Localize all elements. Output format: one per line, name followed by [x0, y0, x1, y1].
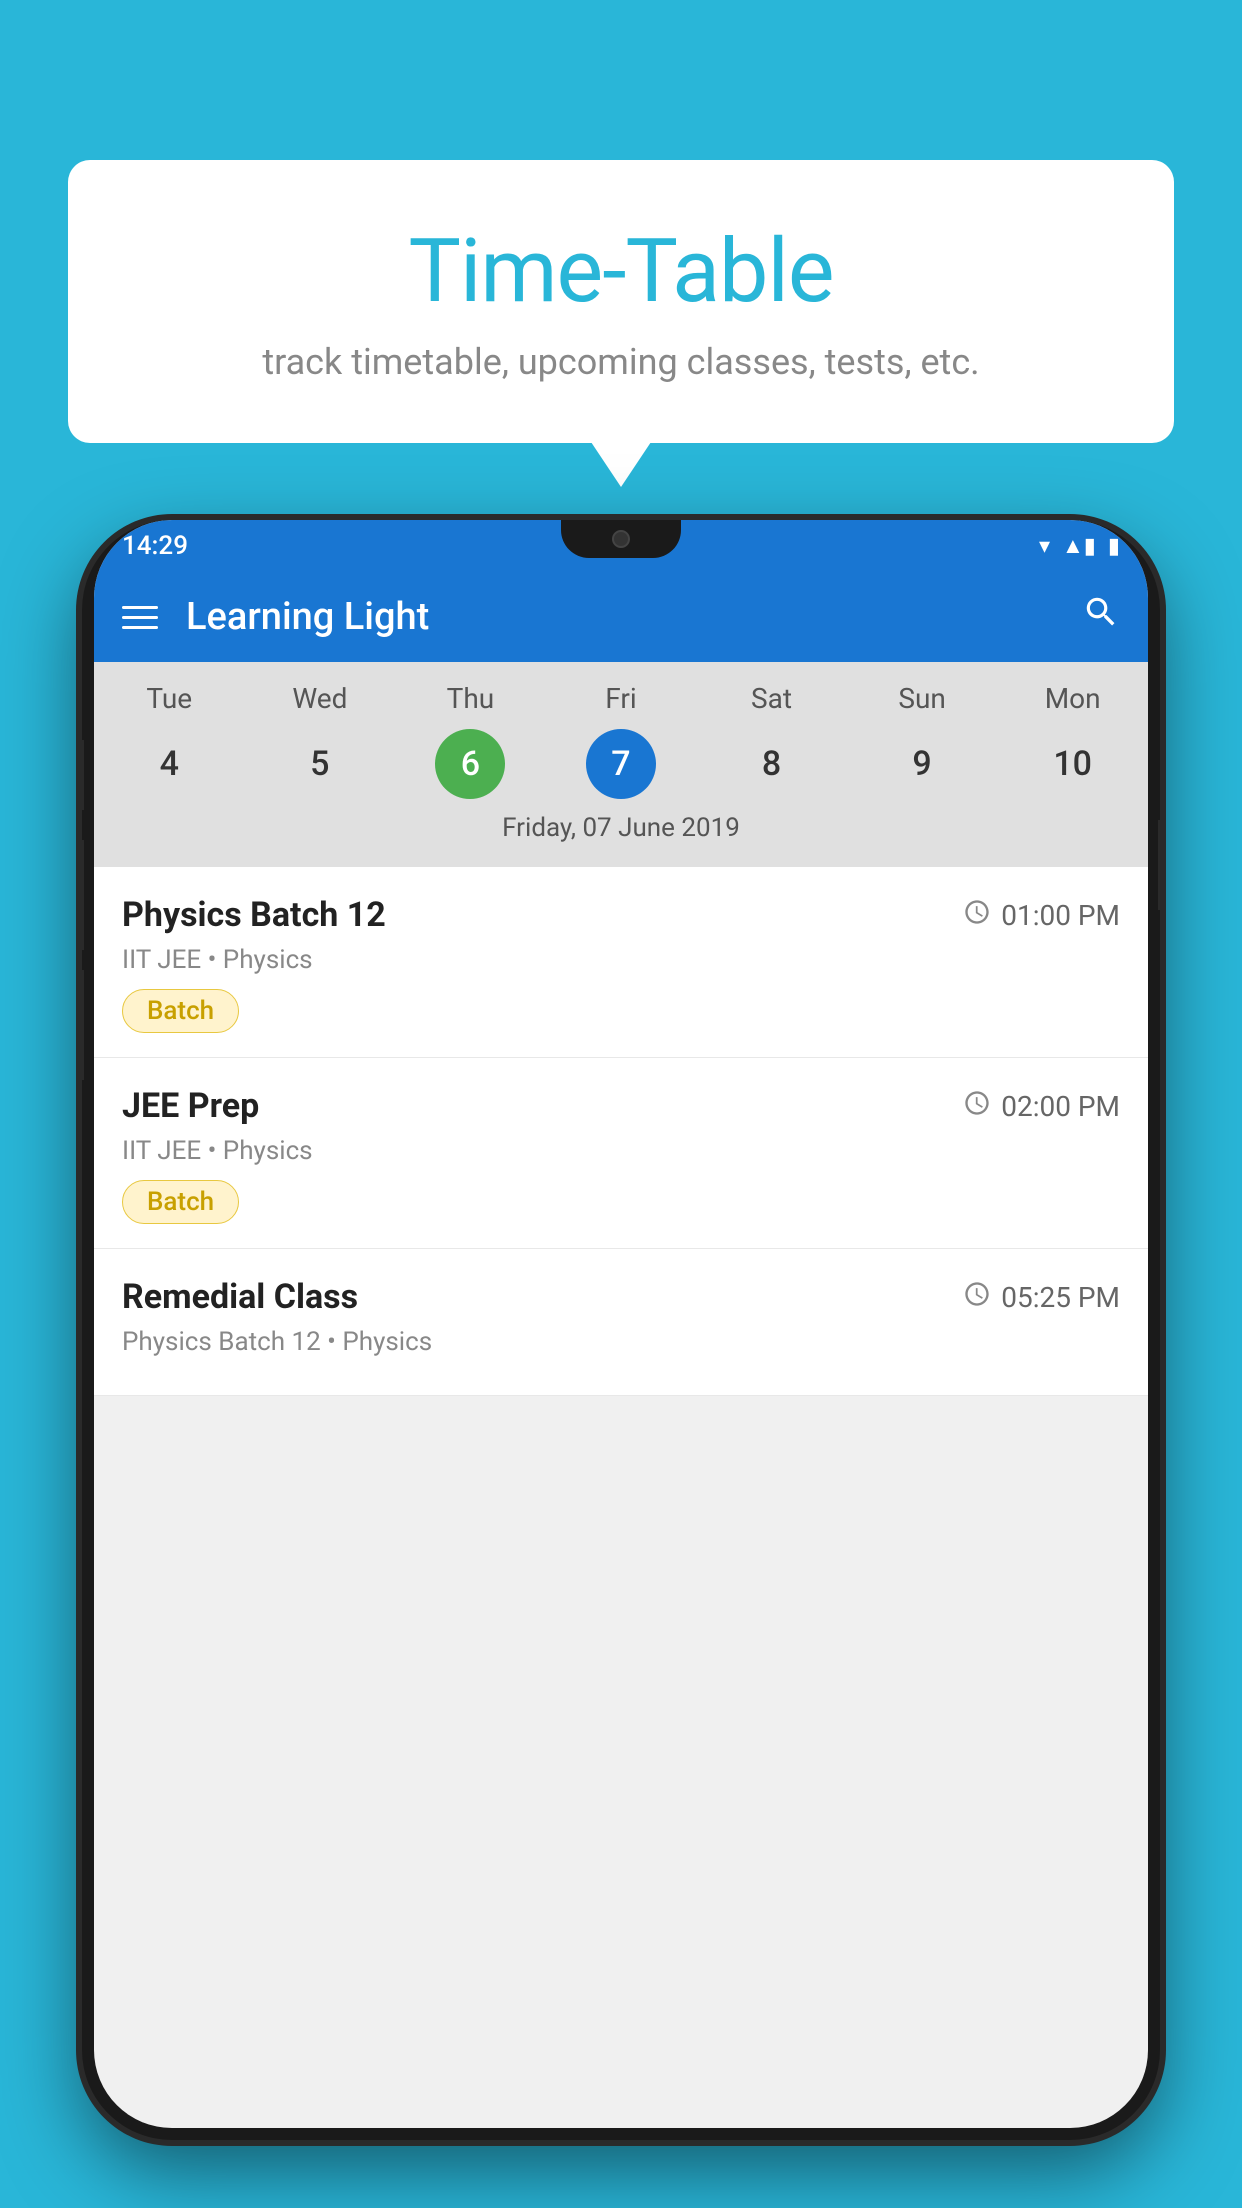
batch-badge-2: Batch — [122, 1180, 239, 1224]
batch-badge-1: Batch — [122, 989, 239, 1033]
schedule-item-1-row1: Physics Batch 12 01:00 PM — [122, 895, 1120, 935]
menu-line-2 — [122, 616, 158, 619]
clock-icon-3 — [963, 1280, 991, 1315]
bubble-title: Time-Table — [108, 220, 1134, 323]
day-header-tue: Tue — [109, 682, 229, 715]
schedule-item-2-title: JEE Prep — [122, 1086, 259, 1126]
speech-bubble-wrapper: Time-Table track timetable, upcoming cla… — [68, 160, 1174, 443]
day-9[interactable]: 9 — [887, 729, 957, 799]
schedule-item-3-subtitle: Physics Batch 12 • Physics — [122, 1327, 1120, 1357]
selected-date-label: Friday, 07 June 2019 — [94, 813, 1148, 857]
app-title: Learning Light — [186, 595, 1082, 639]
day-10[interactable]: 10 — [1038, 729, 1108, 799]
day-4[interactable]: 4 — [134, 729, 204, 799]
schedule-item-3[interactable]: Remedial Class 05:25 PM Physics Batch 12… — [94, 1249, 1148, 1396]
clock-icon-2 — [963, 1089, 991, 1124]
schedule-item-2-time-text: 02:00 PM — [1001, 1090, 1120, 1123]
day-header-wed: Wed — [260, 682, 380, 715]
status-time: 14:29 — [122, 531, 188, 561]
calendar-strip: Tue Wed Thu Fri Sat Sun Mon 4 5 6 7 8 9 … — [94, 662, 1148, 867]
phone-screen: 14:29 ▾ ▲▮ ▮ Learning Light — [94, 520, 1148, 2128]
phone-wrapper: 14:29 ▾ ▲▮ ▮ Learning Light — [82, 520, 1160, 2208]
signal-icon: ▲▮ — [1062, 533, 1096, 559]
speech-bubble: Time-Table track timetable, upcoming cla… — [68, 160, 1174, 443]
app-bar: Learning Light — [94, 572, 1148, 662]
volume-down-button — [82, 840, 84, 950]
schedule-item-3-title: Remedial Class — [122, 1277, 358, 1317]
schedule-item-3-time-text: 05:25 PM — [1001, 1281, 1120, 1314]
schedule-item-1-subtitle: IIT JEE • Physics — [122, 945, 1120, 975]
power-button — [1158, 820, 1160, 910]
day-8[interactable]: 8 — [737, 729, 807, 799]
schedule-item-3-time: 05:25 PM — [963, 1280, 1120, 1315]
status-icons: ▾ ▲▮ ▮ — [1039, 533, 1120, 559]
schedule-item-2-row1: JEE Prep 02:00 PM — [122, 1086, 1120, 1126]
day-header-fri: Fri — [561, 682, 681, 715]
menu-button[interactable] — [122, 606, 158, 629]
day-header-mon: Mon — [1013, 682, 1133, 715]
day-7-selected[interactable]: 7 — [586, 729, 656, 799]
day-header-sun: Sun — [862, 682, 982, 715]
menu-line-3 — [122, 626, 158, 629]
menu-line-1 — [122, 606, 158, 609]
silent-button — [82, 970, 84, 1080]
battery-icon: ▮ — [1108, 534, 1120, 559]
wifi-icon: ▾ — [1039, 534, 1050, 559]
notch — [561, 520, 681, 558]
front-camera — [612, 530, 630, 548]
schedule-item-2-subtitle: IIT JEE • Physics — [122, 1136, 1120, 1166]
schedule-item-2-time: 02:00 PM — [963, 1089, 1120, 1124]
day-headers: Tue Wed Thu Fri Sat Sun Mon — [94, 682, 1148, 715]
schedule-item-1-title: Physics Batch 12 — [122, 895, 386, 935]
bubble-subtitle: track timetable, upcoming classes, tests… — [108, 341, 1134, 383]
day-6-today[interactable]: 6 — [435, 729, 505, 799]
schedule-item-1-time: 01:00 PM — [963, 898, 1120, 933]
day-header-thu: Thu — [410, 682, 530, 715]
day-numbers: 4 5 6 7 8 9 10 — [94, 729, 1148, 799]
volume-up-button — [82, 740, 84, 810]
clock-icon-1 — [963, 898, 991, 933]
schedule-item-2[interactable]: JEE Prep 02:00 PM IIT JEE • Physics Batc… — [94, 1058, 1148, 1249]
day-header-sat: Sat — [712, 682, 832, 715]
day-5[interactable]: 5 — [285, 729, 355, 799]
schedule-item-1[interactable]: Physics Batch 12 01:00 PM IIT JEE • Phys… — [94, 867, 1148, 1058]
search-icon[interactable] — [1082, 593, 1120, 641]
schedule-item-1-time-text: 01:00 PM — [1001, 899, 1120, 932]
phone-frame: 14:29 ▾ ▲▮ ▮ Learning Light — [82, 520, 1160, 2140]
schedule-list: Physics Batch 12 01:00 PM IIT JEE • Phys… — [94, 867, 1148, 1396]
schedule-item-3-row1: Remedial Class 05:25 PM — [122, 1277, 1120, 1317]
